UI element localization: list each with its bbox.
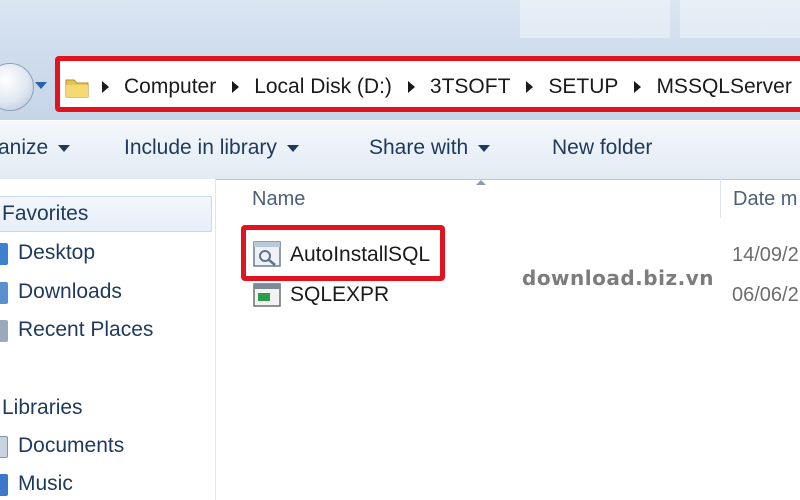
nav-libraries-header[interactable]: Libraries bbox=[2, 396, 83, 420]
recent-places-icon bbox=[0, 320, 8, 342]
include-in-library-label: Include in library bbox=[124, 136, 277, 159]
column-divider[interactable] bbox=[720, 178, 721, 218]
nav-item-documents[interactable]: Documents bbox=[18, 434, 124, 458]
new-folder-button[interactable]: New folder bbox=[552, 136, 652, 160]
share-with-label: Share with bbox=[369, 136, 469, 159]
glass-reflection bbox=[680, 0, 800, 38]
nav-item-music[interactable]: Music bbox=[18, 472, 73, 496]
dropdown-caret-icon bbox=[478, 144, 491, 152]
file-highlight-box bbox=[241, 225, 445, 281]
sort-ascending-icon bbox=[476, 180, 486, 185]
column-header-name[interactable]: Name bbox=[252, 188, 305, 211]
address-bar-highlight-box bbox=[55, 56, 800, 112]
music-icon bbox=[0, 474, 8, 496]
organize-label: anize bbox=[0, 136, 49, 159]
nav-item-recent-places[interactable]: Recent Places bbox=[18, 318, 153, 342]
recent-pages-dropdown-icon[interactable] bbox=[35, 82, 47, 89]
share-with-button[interactable]: Share with bbox=[369, 136, 491, 160]
nav-favorites-header[interactable]: Favorites bbox=[2, 202, 88, 226]
glass-reflection bbox=[520, 0, 670, 38]
include-in-library-button[interactable]: Include in library bbox=[124, 136, 299, 160]
watermark-text: download.biz.vn bbox=[522, 266, 714, 290]
column-header-date-modified[interactable]: Date m bbox=[733, 188, 797, 211]
dropdown-caret-icon bbox=[286, 144, 299, 152]
installer-exe-icon bbox=[253, 283, 281, 307]
file-date-modified: 06/06/2 bbox=[732, 284, 799, 306]
downloads-icon bbox=[0, 282, 8, 304]
file-date-modified: 14/09/2 bbox=[732, 244, 799, 266]
nav-item-desktop[interactable]: Desktop bbox=[18, 241, 95, 265]
documents-icon bbox=[0, 436, 8, 458]
nav-item-downloads[interactable]: Downloads bbox=[18, 280, 122, 304]
desktop-icon bbox=[0, 243, 8, 265]
file-name[interactable]: SQLEXPR bbox=[290, 283, 389, 307]
organize-button[interactable]: anize bbox=[0, 136, 71, 160]
dropdown-caret-icon bbox=[58, 144, 71, 152]
new-folder-label: New folder bbox=[552, 136, 653, 159]
